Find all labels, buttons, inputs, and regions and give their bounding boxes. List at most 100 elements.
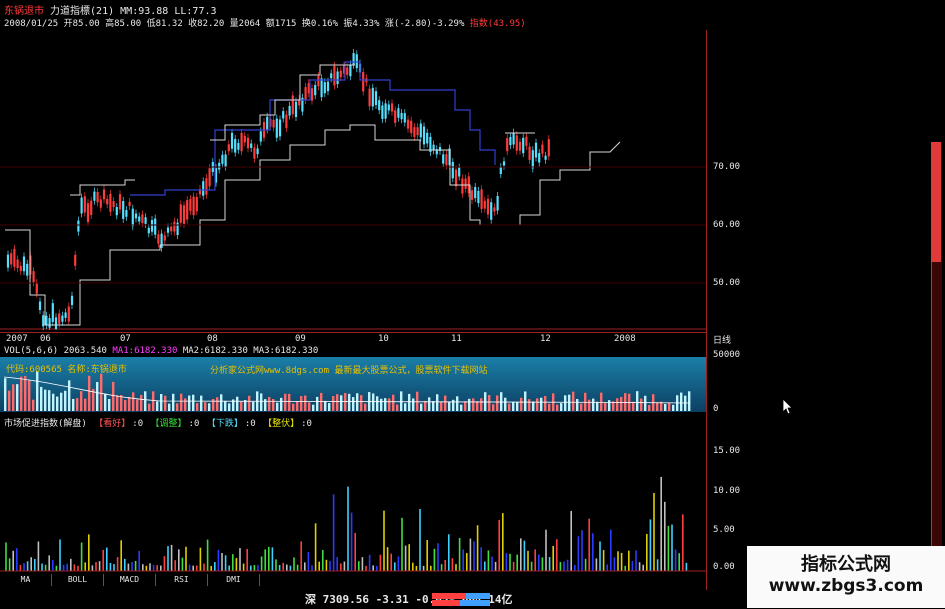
volume-bar xyxy=(344,393,347,411)
candle-body xyxy=(192,196,195,216)
candle-body xyxy=(371,87,374,107)
index-tag[interactable]: 指数(43.95) xyxy=(470,19,526,29)
tab-ma[interactable]: MA xyxy=(0,574,52,586)
candle-body xyxy=(317,76,320,87)
candlestick-chart[interactable] xyxy=(0,30,706,330)
candle-body xyxy=(38,301,42,310)
candle-body xyxy=(125,210,128,217)
volume-bar xyxy=(400,391,403,411)
volume-bar xyxy=(200,395,203,411)
candle-body xyxy=(534,142,538,158)
tab-rsi[interactable]: RSI xyxy=(156,574,208,586)
candle-body xyxy=(86,203,90,222)
volume-bar xyxy=(148,403,151,411)
quote-close: 收82.20 xyxy=(188,19,225,29)
candle-body xyxy=(422,126,426,145)
candle-body xyxy=(45,315,48,326)
volume-label: VOL(5,6,6) xyxy=(4,346,59,356)
candle-body xyxy=(26,263,29,276)
volume-bar xyxy=(32,399,35,411)
candle-body xyxy=(397,108,400,118)
candle-body xyxy=(35,282,38,294)
candle-body xyxy=(445,154,448,166)
tab-macd[interactable]: MACD xyxy=(104,574,156,586)
candle-body xyxy=(74,254,77,266)
volume-bar xyxy=(448,401,451,411)
volume-bar xyxy=(620,396,623,411)
volume-bar xyxy=(248,395,251,411)
indicator-tick: 15.00 xyxy=(713,446,741,456)
candle-body xyxy=(160,233,163,248)
volume-bar xyxy=(576,398,579,411)
volume-bar xyxy=(544,395,547,411)
volume-bar xyxy=(564,395,567,411)
candle-body xyxy=(61,315,64,322)
volume-ma3: MA3:6182.330 xyxy=(253,346,319,356)
volume-bar xyxy=(688,391,691,411)
candle-body xyxy=(470,190,474,200)
candle-body xyxy=(205,178,208,195)
candle-body xyxy=(496,196,499,211)
candle-body xyxy=(272,119,275,128)
price-tick: 50.00 xyxy=(713,278,741,288)
candle-body xyxy=(464,178,467,189)
tab-boll[interactable]: BOLL xyxy=(52,574,104,586)
scrollbar-thumb[interactable] xyxy=(931,142,941,262)
period-unit[interactable]: 日线 xyxy=(713,333,731,346)
volume-bar xyxy=(600,392,603,411)
volume-bar xyxy=(116,395,119,411)
volume-bar xyxy=(196,403,199,411)
volume-bar xyxy=(80,391,83,411)
candle-body xyxy=(483,200,486,209)
candle-body xyxy=(10,253,13,265)
candle-body xyxy=(314,85,317,96)
price-tick: 70.00 xyxy=(713,162,741,172)
candle-body xyxy=(179,204,182,223)
candle-body xyxy=(90,200,93,215)
market-index: 7309.56 xyxy=(322,593,369,606)
candle-body xyxy=(93,191,96,201)
watermark-text: 分析家公式网www.8dgs.com 最新最大股票公式，股票软件下载网站 xyxy=(210,366,488,376)
volume-bar xyxy=(84,398,87,411)
candle-body xyxy=(442,154,445,164)
candle-body xyxy=(291,95,294,115)
indicator-tick: 10.00 xyxy=(713,486,741,496)
volume-bar xyxy=(316,396,319,411)
volume-header: VOL(5,6,6) 2063.540 MA1:6182.330 MA2:618… xyxy=(4,346,318,356)
date-axis: 2007 06 07 08 09 10 11 12 2008 xyxy=(0,332,706,346)
candle-body xyxy=(141,214,144,223)
market-breadth-bars xyxy=(432,593,490,606)
candle-body xyxy=(323,82,326,94)
volume-bar xyxy=(172,393,175,411)
date-tick: 09 xyxy=(295,334,306,344)
volume-bar xyxy=(640,398,643,411)
candle-body xyxy=(509,137,512,146)
volume-bar xyxy=(360,395,363,411)
volume-bar xyxy=(132,392,135,411)
indicator-chart[interactable] xyxy=(0,428,706,573)
candle-body xyxy=(547,139,550,157)
quote-turnover: 换0.16% xyxy=(301,19,338,29)
candle-body xyxy=(528,146,531,160)
quote-volume: 量2064 xyxy=(229,19,261,29)
volume-bar xyxy=(228,403,231,411)
volume-bar xyxy=(16,384,19,411)
indicator-tick: 0.00 xyxy=(713,562,735,572)
candle-body xyxy=(166,227,170,233)
candle-body xyxy=(387,104,390,111)
candle-body xyxy=(416,127,419,136)
candle-body xyxy=(109,193,112,212)
candle-body xyxy=(64,312,67,318)
candle-body xyxy=(80,197,83,214)
candle-body xyxy=(381,105,384,119)
volume-bar xyxy=(592,398,595,411)
brand-url: www.zbgs3.com xyxy=(768,576,924,596)
tab-dmi[interactable]: DMI xyxy=(208,574,260,586)
candle-body xyxy=(278,119,282,137)
volume-bar xyxy=(612,401,615,411)
volume-bar xyxy=(664,404,667,411)
volume-bar xyxy=(324,400,327,411)
volume-bar xyxy=(596,401,599,411)
volume-bar xyxy=(76,398,79,411)
candle-body xyxy=(58,313,61,324)
